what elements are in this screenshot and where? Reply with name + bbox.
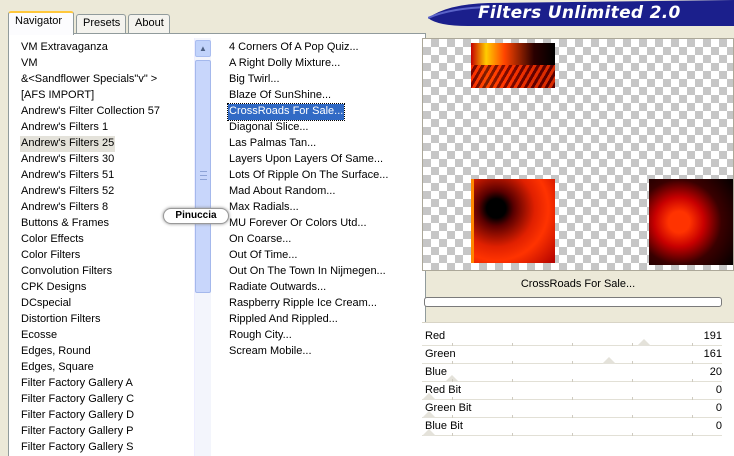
category-item[interactable]: Andrew's Filters 51 (20, 168, 115, 184)
slider-thumb[interactable] (636, 339, 651, 346)
filter-item[interactable]: Out On The Town In Nijmegen... (228, 264, 387, 280)
slider-value: 191 (703, 330, 722, 342)
parameter-sliders: Red 191 Green 161 Blue 20 Red Bit 0 Gree… (422, 322, 734, 456)
filter-item[interactable]: Radiate Outwards... (228, 280, 327, 296)
slider-green[interactable]: Green 161 (422, 346, 722, 364)
filter-item[interactable]: Raspberry Ripple Ice Cream... (228, 296, 378, 312)
category-item[interactable]: Filter Factory Gallery S (20, 440, 134, 456)
filter-item[interactable]: Rough City... (228, 328, 293, 344)
category-item[interactable]: Andrew's Filters 8 (20, 200, 109, 216)
category-item[interactable]: Distortion Filters (20, 312, 101, 328)
slider-tick (512, 433, 513, 436)
filter-item-selected[interactable]: CrossRoads For Sale... (226, 103, 346, 121)
slider-label: Red (425, 330, 446, 342)
slider-tick (452, 433, 453, 436)
category-item[interactable]: Edges, Round (20, 344, 92, 360)
slider-thumb[interactable] (422, 411, 436, 418)
filter-item[interactable]: Lots Of Ripple On The Surface... (228, 168, 389, 184)
slider-value: 0 (715, 384, 722, 396)
category-item[interactable]: Filter Factory Gallery D (20, 408, 135, 424)
category-item[interactable]: Buttons & Frames (20, 216, 110, 232)
filter-item[interactable]: Mad About Random... (228, 184, 336, 200)
filter-item[interactable]: Scream Mobile... (228, 344, 313, 360)
preview-tile (649, 179, 733, 265)
category-item[interactable]: Filter Factory Gallery C (20, 392, 135, 408)
category-item[interactable]: Color Filters (20, 248, 81, 264)
category-item[interactable]: Andrew's Filters 52 (20, 184, 115, 200)
slider-thumb[interactable] (602, 357, 617, 364)
slider-blue-bit[interactable]: Blue Bit 0 (422, 418, 722, 436)
slider-tick (572, 433, 573, 436)
slider-value: 161 (703, 348, 722, 360)
filter-item[interactable]: Rippled And Rippled... (228, 312, 339, 328)
filter-item[interactable]: Max Radials... (228, 200, 300, 216)
slider-value: 0 (715, 420, 722, 432)
category-item[interactable]: CPK Designs (20, 280, 87, 296)
category-item[interactable]: VM (20, 56, 39, 72)
filter-item[interactable]: Diagonal Slice... (228, 120, 310, 136)
category-item[interactable]: DCspecial (20, 296, 72, 312)
slider-red[interactable]: Red 191 (422, 328, 722, 346)
chevron-up-icon: ▲ (199, 44, 207, 53)
category-item[interactable]: Color Effects (20, 232, 85, 248)
filter-item[interactable]: Las Palmas Tan... (228, 136, 317, 152)
category-item[interactable]: Ecosse (20, 328, 58, 344)
category-list[interactable]: VM Extravaganza VM &<Sandflower Specials… (12, 38, 192, 456)
category-item[interactable]: &<Sandflower Specials"v" > (20, 72, 158, 88)
category-item[interactable]: [AFS IMPORT] (20, 88, 95, 104)
slider-label: Green (425, 348, 456, 360)
tab-about[interactable]: About (128, 14, 170, 34)
slider-blue[interactable]: Blue 20 (422, 364, 722, 382)
slider-tick (632, 433, 633, 436)
slider-thumb[interactable] (422, 429, 436, 436)
category-scrollbar[interactable]: ▲ (194, 38, 211, 456)
slider-tick (692, 433, 693, 436)
slider-thumb[interactable] (422, 393, 436, 400)
slider-green-bit[interactable]: Green Bit 0 (422, 400, 722, 418)
category-item[interactable]: Convolution Filters (20, 264, 113, 280)
slider-value: 20 (709, 366, 722, 378)
scroll-up-button[interactable]: ▲ (195, 40, 211, 57)
tab-navigator[interactable]: Navigator (8, 11, 74, 35)
filter-item[interactable]: Out Of Time... (228, 248, 298, 264)
filter-list[interactable]: 4 Corners Of A Pop Quiz... A Right Dolly… (222, 38, 418, 456)
filter-item[interactable]: On Coarse... (228, 232, 292, 248)
filter-item[interactable]: Big Twirl... (228, 72, 281, 88)
preview-tile (471, 65, 555, 88)
watermark: Pinuccia (163, 208, 229, 224)
preview-tile (471, 179, 555, 263)
slider-label: Blue (425, 366, 448, 378)
preview-image[interactable] (422, 38, 734, 271)
category-item[interactable]: Andrew's Filter Collection 57 (20, 104, 161, 120)
filter-item[interactable]: MU Forever Or Colors Utd... (228, 216, 368, 232)
category-item[interactable]: Filter Factory Gallery P (20, 424, 134, 440)
filter-item[interactable]: 4 Corners Of A Pop Quiz... (228, 40, 360, 56)
app-title: Filters Unlimited 2.0 (478, 3, 681, 23)
category-item[interactable]: VM Extravaganza (20, 40, 109, 56)
scroll-thumb[interactable] (195, 60, 211, 293)
category-item[interactable]: Filter Factory Gallery A (20, 376, 134, 392)
filter-item[interactable]: Blaze Of SunShine... (228, 88, 332, 104)
tab-presets[interactable]: Presets (76, 14, 126, 34)
progress-bar (424, 297, 722, 307)
category-item-selected[interactable]: Andrew's Filters 25 (20, 136, 116, 152)
category-item[interactable]: Edges, Square (20, 360, 95, 376)
slider-red-bit[interactable]: Red Bit 0 (422, 382, 722, 400)
filter-item[interactable]: A Right Dolly Mixture... (228, 56, 341, 72)
filter-item[interactable]: Layers Upon Layers Of Same... (228, 152, 384, 168)
slider-value: 0 (715, 402, 722, 414)
current-filter-name: CrossRoads For Sale... (520, 278, 636, 290)
category-item[interactable]: Andrew's Filters 1 (20, 120, 109, 136)
category-item[interactable]: Andrew's Filters 30 (20, 152, 115, 168)
